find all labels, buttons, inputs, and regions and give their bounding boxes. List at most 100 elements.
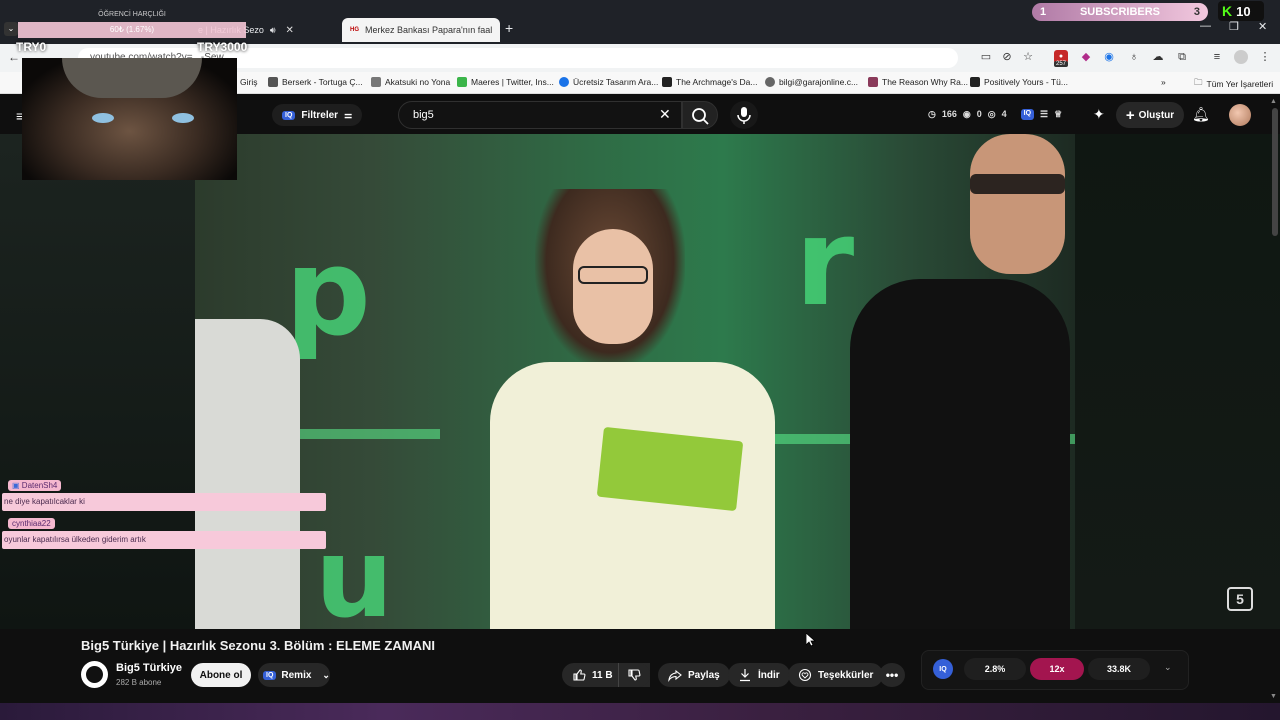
- cast-icon[interactable]: ▭: [979, 50, 993, 64]
- filters-label: Filtreler: [301, 109, 339, 121]
- subscribe-button[interactable]: Abone ol: [191, 663, 251, 687]
- search-input[interactable]: [398, 101, 682, 129]
- stream-frame-border: [0, 703, 1280, 720]
- bookmark-item[interactable]: Berserk - Tortuga Ç...: [268, 77, 363, 87]
- profile-icon[interactable]: [1234, 50, 1248, 64]
- bookmark-item[interactable]: Akatsuki no Yona: [371, 77, 450, 87]
- create-label: Oluştur: [1138, 109, 1175, 121]
- extension-puzzle-icon[interactable]: ✦: [1093, 106, 1105, 123]
- minimize-icon[interactable]: —: [1200, 20, 1211, 32]
- extension-icon[interactable]: ◆: [1079, 50, 1093, 64]
- glasses: [578, 266, 648, 284]
- more-dots-icon: •••: [885, 668, 899, 682]
- video-side-area: [1075, 134, 1280, 629]
- bookmark-favicon: [457, 77, 467, 87]
- channel-subscriber-count: 282 B abone: [116, 678, 162, 687]
- streamer-webcam: [22, 58, 237, 180]
- plus-icon: +: [1125, 106, 1135, 124]
- bookmark-item[interactable]: The Reason Why Ra...: [868, 77, 968, 87]
- donation-goal-title: ÖĞRENCİ HARÇLIĞI: [98, 11, 166, 18]
- stat-clock: 166: [941, 109, 957, 119]
- hide-icon[interactable]: ⊘: [1000, 50, 1014, 64]
- new-tab-button[interactable]: +: [505, 20, 513, 36]
- bookmark-item[interactable]: The Archmage's Da...: [662, 77, 757, 87]
- bookmark-label: Berserk - Tortuga Ç...: [282, 77, 363, 87]
- iq-logo[interactable]: IQ: [933, 659, 953, 679]
- stat-eye: 0: [976, 109, 982, 119]
- download-button[interactable]: İndir: [728, 663, 790, 687]
- voice-search-button[interactable]: [730, 101, 758, 129]
- backdrop-letter: p: [285, 224, 371, 363]
- subscribers-count-right: 3: [1193, 6, 1200, 18]
- account-avatar[interactable]: [1229, 104, 1251, 126]
- bookmark-item[interactable]: bilgi@garajonline.c...: [765, 77, 858, 87]
- download-label: İndir: [758, 669, 780, 681]
- maximize-icon[interactable]: ❐: [1229, 20, 1239, 33]
- create-button[interactable]: + Oluştur: [1116, 102, 1184, 128]
- person-right-face: [970, 134, 1065, 274]
- cloud-icon[interactable]: ☁: [1151, 50, 1165, 64]
- channel-name[interactable]: Big5 Türkiye: [116, 662, 182, 674]
- bookmark-item[interactable]: Maeres | Twitter, Ins...: [457, 77, 554, 87]
- scroll-up-icon[interactable]: ▲: [1270, 98, 1277, 105]
- more-bookmarks-icon[interactable]: »: [1161, 77, 1166, 87]
- browser-tab-active[interactable]: HG Merkez Bankası Papara'nın faal ✕: [342, 18, 500, 42]
- video-player[interactable]: p r u: [195, 134, 1075, 629]
- download-icon: [740, 669, 750, 682]
- channel-avatar[interactable]: [81, 661, 108, 688]
- extension-icon[interactable]: ◉: [1102, 50, 1116, 64]
- remix-button[interactable]: IQ Remix ⌄: [258, 663, 330, 687]
- bookmark-label: bilgi@garajonline.c...: [779, 77, 859, 87]
- bookmark-label: Giriş: [240, 77, 258, 87]
- chevron-down-icon: ⌄: [322, 669, 330, 680]
- more-actions-button[interactable]: •••: [879, 663, 905, 687]
- bookmark-item[interactable]: Positively Yours - Tü...: [970, 77, 1068, 87]
- thanks-label: Teşekkürler: [818, 669, 874, 681]
- page-scrollbar[interactable]: [1272, 108, 1278, 236]
- media-icon[interactable]: ≡: [1210, 50, 1224, 64]
- bookmark-item[interactable]: Giriş: [240, 77, 257, 87]
- thumbs-down-icon: [628, 669, 641, 681]
- bookmark-favicon: [970, 77, 980, 87]
- goal-min-label: TRY0: [16, 40, 47, 54]
- thanks-heart-icon: [798, 668, 812, 682]
- thanks-button[interactable]: Teşekkürler: [788, 663, 884, 687]
- subscribers-label: SUBSCRIBERS: [1079, 6, 1161, 18]
- site-favicon: HG: [350, 27, 359, 33]
- close-tab-icon[interactable]: ✕: [286, 25, 294, 36]
- extension-multiplier[interactable]: 12x: [1030, 658, 1084, 680]
- bookmark-favicon: [868, 77, 878, 87]
- menu-dots-icon[interactable]: ⋮: [1258, 50, 1272, 64]
- bookmark-label: The Archmage's Da...: [676, 77, 758, 87]
- chevron-down-icon[interactable]: ⌄: [4, 22, 18, 36]
- close-window-icon[interactable]: ✕: [1258, 20, 1267, 33]
- lightbulb-icon[interactable]: ♁: [1127, 50, 1141, 64]
- backdrop-letter: r: [795, 194, 855, 333]
- channel-logo-icon: [86, 666, 103, 683]
- person-left: [195, 319, 300, 629]
- chat-username: cynthiaa22: [8, 518, 55, 529]
- scroll-down-icon[interactable]: ▼: [1270, 693, 1277, 700]
- channel-watermark[interactable]: 5: [1227, 587, 1253, 611]
- bookmark-star-icon[interactable]: ☆: [1021, 50, 1035, 64]
- dislike-button[interactable]: [618, 663, 650, 687]
- sunglasses: [970, 174, 1065, 194]
- beanie: [62, 58, 202, 98]
- notifications-bell-icon[interactable]: 🔔︎: [1192, 106, 1210, 123]
- clear-search-icon[interactable]: ✕: [659, 106, 671, 123]
- chat-username: ▣ DatenSh4: [8, 480, 62, 491]
- view-icon: ◎: [987, 109, 996, 119]
- subscribers-count-left: 1: [1040, 6, 1047, 18]
- share-button[interactable]: Paylaş: [658, 663, 730, 687]
- search-button[interactable]: [682, 101, 718, 129]
- puzzle-icon[interactable]: ⧉: [1175, 50, 1189, 64]
- all-bookmarks-folder[interactable]: 🗀︎ Tüm Yer İşaretleri: [1194, 77, 1273, 91]
- chevron-down-icon[interactable]: ⌄: [1164, 662, 1172, 673]
- microphone-icon: [737, 107, 751, 124]
- trophy-icon[interactable]: ♕: [1054, 109, 1062, 120]
- iq-badge[interactable]: IQ: [1020, 109, 1035, 120]
- bookmark-item[interactable]: Ücretsiz Tasarım Ara...: [559, 77, 658, 87]
- donation-goal-progress: 60₺ (1.67%): [109, 25, 155, 34]
- filters-button[interactable]: IQ Filtreler ⚌: [272, 104, 363, 126]
- list-icon[interactable]: ☰: [1040, 109, 1048, 120]
